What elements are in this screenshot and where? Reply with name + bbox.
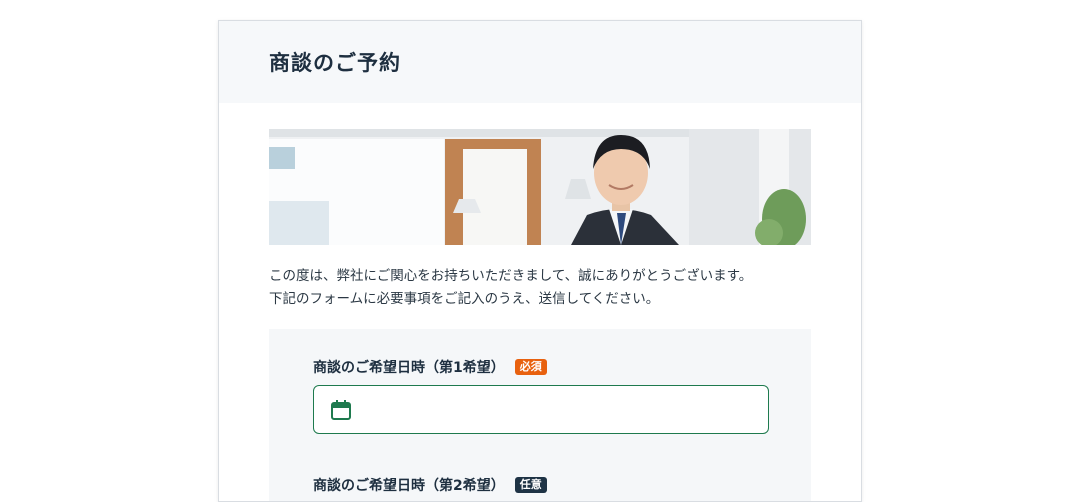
page-title: 商談のご予約 [269, 51, 401, 75]
form-panel: 商談のご希望日時（第1希望） 必須 商談のご希望日時（第2希望） 任意 [269, 329, 811, 501]
hero-image [269, 129, 811, 245]
field-1-label: 商談のご希望日時（第1希望） [313, 360, 505, 376]
field-2-label: 商談のご希望日時（第2希望） [313, 478, 505, 494]
hero-photo-illustration [269, 129, 811, 245]
card-header: 商談のご予約 [219, 21, 861, 103]
calendar-icon[interactable] [330, 399, 352, 421]
field-1-label-row: 商談のご希望日時（第1希望） 必須 [313, 357, 547, 377]
date-field[interactable] [362, 388, 766, 431]
field-2-label-row: 商談のご希望日時（第2希望） 任意 [313, 475, 547, 495]
required-badge: 必須 [514, 359, 547, 375]
intro-line-2: 下記のフォームに必要事項をご記入のうえ、送信してください。 [269, 291, 660, 307]
date-input-first-choice[interactable] [313, 385, 769, 434]
intro-line-1: この度は、弊社にご関心をお持ちいただきまして、誠にありがとうございます。 [269, 268, 753, 284]
optional-badge: 任意 [514, 477, 547, 493]
intro-text: この度は、弊社にご関心をお持ちいただきまして、誠にありがとうございます。 下記の… [269, 265, 829, 311]
reservation-card: 商談のご予約 この度は、弊社にご関心をお持ちいただきまして、誠にありがとうござい… [218, 20, 862, 502]
